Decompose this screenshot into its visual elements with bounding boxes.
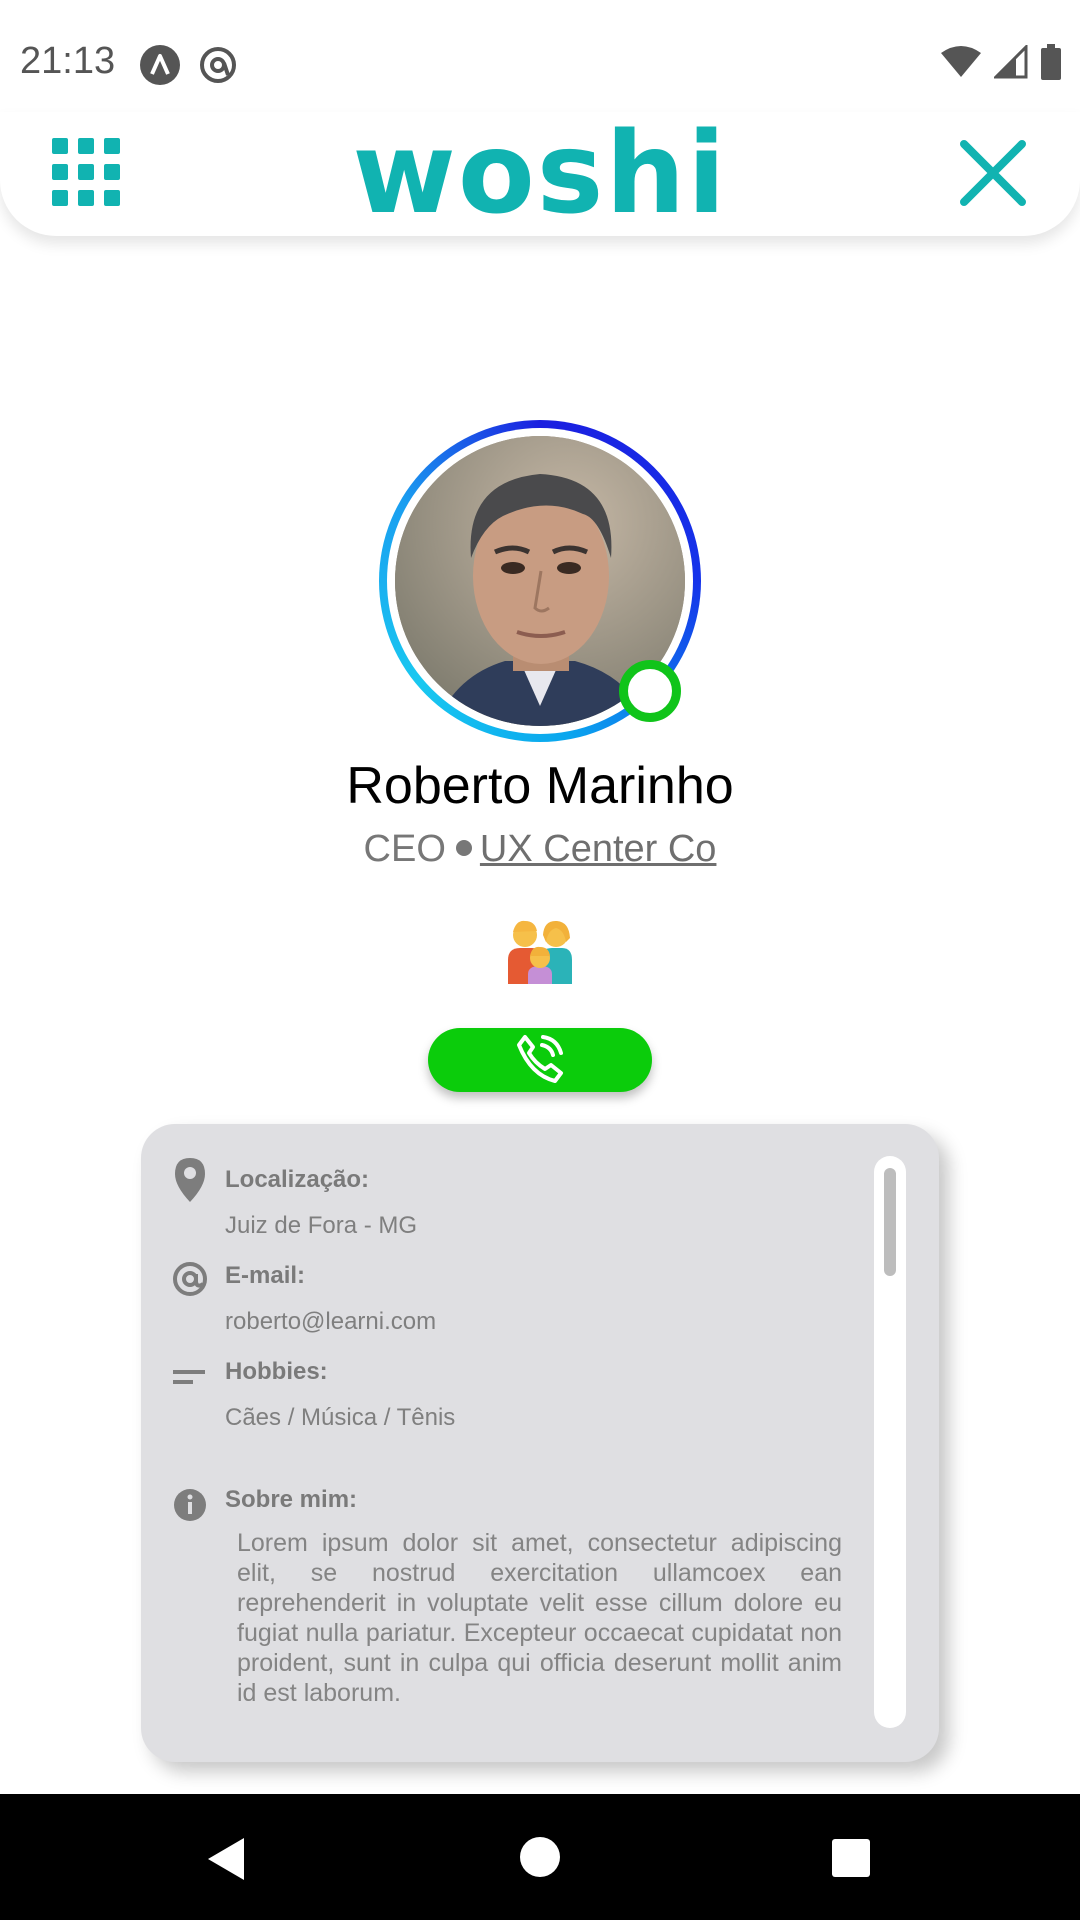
wifi-icon [940, 45, 982, 84]
location-value: Juiz de Fora - MG [225, 1212, 418, 1239]
status-bar: 21:13 [0, 0, 1080, 112]
back-triangle-icon[interactable] [206, 1836, 246, 1887]
profile-info-card: Localização: Juiz de Fora - MG E-mail: r… [141, 1124, 939, 1762]
online-status-indicator [619, 660, 681, 722]
company-link[interactable]: UX Center Co [480, 828, 717, 870]
cell-signal-icon [992, 43, 1028, 84]
profile-name: Roberto Marinho [346, 757, 734, 815]
location-label: Localização: [225, 1166, 370, 1193]
short-text-icon [171, 1358, 209, 1396]
email-value[interactable]: roberto@learni.com [225, 1308, 436, 1336]
phone-call-icon [513, 1031, 567, 1090]
about-label: Sobre mim: [225, 1486, 358, 1513]
info-scrollbar[interactable] [874, 1156, 906, 1728]
close-icon[interactable] [958, 138, 1028, 208]
status-time: 21:13 [20, 40, 116, 82]
location-pin-icon [171, 1156, 209, 1202]
profile-avatar [379, 420, 701, 742]
profile-role-line: CEO UX Center Co [0, 828, 1080, 871]
family-icon [506, 918, 574, 984]
email-label: E-mail: [225, 1262, 306, 1289]
hobbies-label: Hobbies: [225, 1358, 328, 1385]
battery-icon [1040, 44, 1062, 85]
about-text: Lorem ipsum dolor sit amet, consectetur … [237, 1529, 842, 1707]
scrollbar-thumb[interactable] [884, 1168, 896, 1276]
app-header: woshi [0, 112, 1080, 236]
recents-square-icon[interactable] [832, 1839, 870, 1877]
profile-role: CEO [363, 828, 446, 870]
hobbies-value: Cães / Música / Tênis [225, 1404, 456, 1431]
at-sign-icon [198, 45, 238, 85]
app-logo: woshi [352, 109, 728, 239]
bullet-separator [455, 839, 472, 856]
system-nav-bar [0, 1794, 1080, 1920]
call-button[interactable] [428, 1028, 652, 1092]
android-a-icon [140, 45, 180, 85]
at-sign-icon [171, 1260, 209, 1298]
info-icon [171, 1486, 209, 1524]
home-circle-icon[interactable] [520, 1837, 560, 1877]
